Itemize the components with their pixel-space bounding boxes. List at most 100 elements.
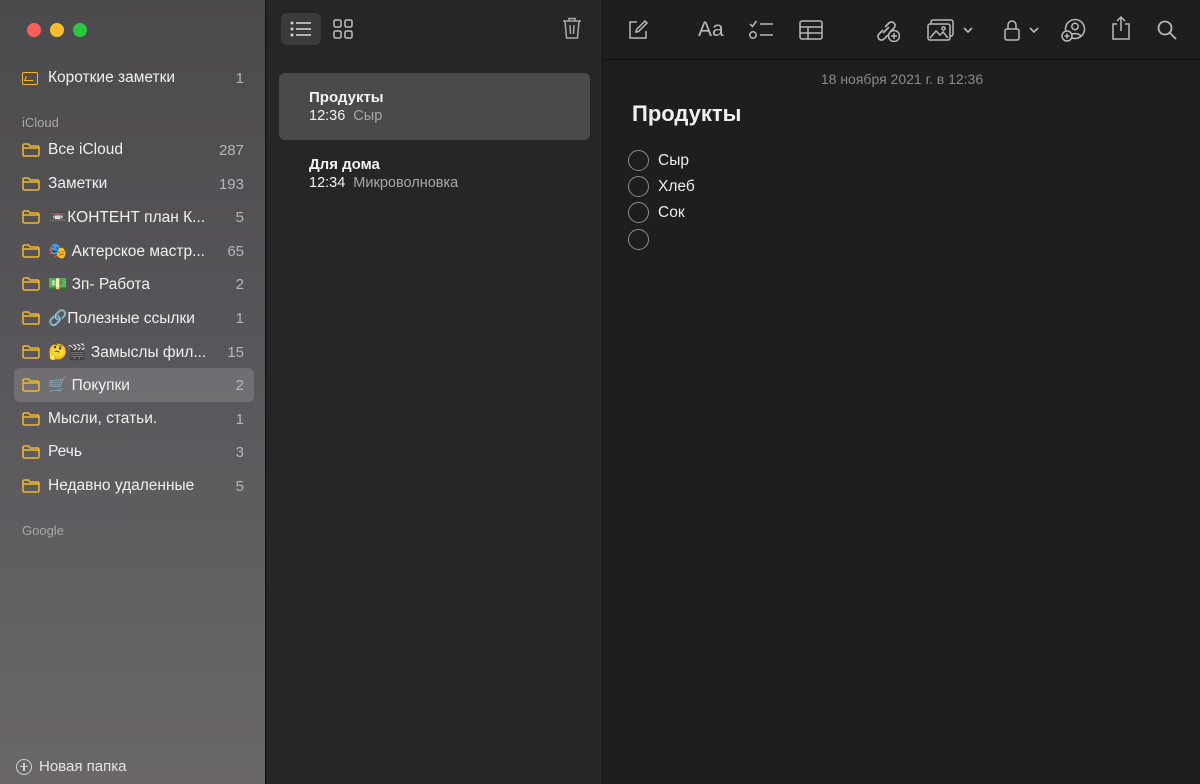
note-time: 12:34 [309,175,346,191]
sidebar-item-label: 📼КОНТЕНТ план К... [48,208,206,226]
note-list-item[interactable]: Продукты 12:36 Сыр [279,73,590,140]
sidebar-item-label: 🎭 Актерское мастр... [48,242,205,260]
folder-icon [22,378,40,392]
sidebar-folder-item[interactable]: Заметки 193 [14,167,254,201]
new-folder-button[interactable]: Новая папка [16,758,126,775]
search-button[interactable] [1156,16,1178,44]
folder-icon [22,311,40,325]
sidebar-item-label: Короткие заметки [48,69,176,86]
sidebar-item-count: 5 [235,208,244,226]
chevron-down-icon [1029,27,1039,34]
note-meta: 12:34 Микроволновка [309,175,590,191]
checklist-item[interactable]: Сыр [628,150,689,171]
sidebar-item-label: 💵 Зп- Работа [48,275,150,293]
format-button[interactable]: Aa [698,16,724,44]
table-icon [799,20,823,40]
sidebar-item-label: Речь [48,443,82,460]
sidebar-folder-item[interactable]: 💵 Зп- Работа 2 [14,267,254,301]
table-button[interactable] [799,16,823,44]
note-editor: Aa 18 ноября 2021 г. в 12:36 Продукты Сы… [604,0,1200,784]
checklist-icon [749,20,773,39]
sidebar-item-count: 2 [235,275,244,293]
sidebar-item-label: Мысли, статьи. [48,410,158,427]
share-icon [1112,15,1130,40]
collaborate-link-button[interactable] [874,16,900,44]
checkbox-circle[interactable] [628,176,649,197]
media-button[interactable] [927,16,975,44]
checklist-item-text[interactable]: Хлеб [658,178,695,196]
folder-icon [22,177,40,191]
note-meta: 12:36 Сыр [309,108,590,124]
folder-icon [22,277,40,291]
sidebar-folder-item[interactable]: Недавно удаленные 5 [14,469,254,503]
checklist-item[interactable]: Хлеб [628,176,695,197]
photo-icon [927,19,954,41]
delete-note-button[interactable] [562,16,582,45]
sidebar-item-label: 🔗Полезные ссылки [48,309,195,327]
sidebar: Короткие заметки 1 iCloud Все iCloud 287 З… [0,0,266,784]
sidebar-item-count: 15 [227,343,244,361]
note-list-pane: Продукты 12:36 Сыр Для дома 12:34 Микровол… [267,0,603,784]
checklist-item[interactable]: Сок [628,202,685,223]
sidebar-folder-item[interactable]: 🛒 Покупки 2 [14,368,254,402]
folder-icon [22,345,40,359]
sidebar-item-count: 3 [235,443,244,461]
sidebar-folder-item[interactable]: Речь 3 [14,435,254,469]
share-button[interactable] [1111,14,1131,42]
sidebar-item-count: 5 [235,477,244,495]
checkbox-circle[interactable] [628,229,649,250]
lock-button[interactable] [1003,16,1041,44]
add-people-button[interactable] [1061,16,1087,44]
plus-circle-icon [16,758,32,775]
sidebar-item-count: 65 [227,242,244,260]
checkbox-circle[interactable] [628,150,649,171]
sidebar-folder-item[interactable]: Мысли, статьи. 1 [14,402,254,436]
gallery-view-button[interactable] [323,13,363,45]
folder-icon [22,143,40,157]
new-note-button[interactable] [627,16,649,44]
add-person-icon [1061,18,1086,42]
note-preview: Микроволновка [353,175,459,191]
sidebar-item-count: 2 [235,376,244,394]
chevron-down-icon [963,27,973,34]
trash-icon [563,17,581,39]
zoom-window-button[interactable] [73,23,87,37]
note-title: Для дома [309,156,380,173]
checkbox-circle[interactable] [628,202,649,223]
sidebar-item-count: 287 [218,141,244,159]
checklist-item-text[interactable]: Сыр [658,152,689,170]
sidebar-folder-item[interactable]: 📼КОНТЕНТ план К... 5 [14,200,254,234]
checklist-item[interactable] [628,229,658,250]
sidebar-item-quick-notes[interactable]: Короткие заметки 1 [14,61,254,95]
sidebar-folder-item[interactable]: Все iCloud 287 [14,133,254,167]
note-title: Продукты [309,89,384,106]
note-heading[interactable]: Продукты [632,101,741,127]
sidebar-item-count: 193 [218,175,244,193]
note-list-item[interactable]: Для дома 12:34 Микроволновка [279,140,590,207]
minimize-window-button[interactable] [50,23,64,37]
sidebar-folder-item[interactable]: 🔗Полезные ссылки 1 [14,301,254,335]
checklist-button[interactable] [748,16,774,44]
folder-icon [22,244,40,258]
sidebar-item-count: 1 [235,69,244,87]
folder-icon [22,412,40,426]
sidebar-item-count: 1 [235,309,244,327]
sidebar-folder-item[interactable]: 🤔🎬 Замыслы фил... 15 [14,335,254,369]
section-header-icloud: iCloud [22,115,59,130]
folder-icon [22,445,40,459]
sidebar-folder-item[interactable]: 🎭 Актерское мастр... 65 [14,234,254,268]
section-header-google: Google [22,523,64,538]
sidebar-item-label: Все iCloud [48,141,123,158]
folder-icon [22,479,40,493]
link-add-icon [877,21,900,42]
format-text-icon: Aa [698,18,724,41]
gallery-view-icon [333,19,353,39]
search-icon [1157,20,1177,40]
note-time: 12:36 [309,108,346,124]
checklist-item-text[interactable]: Сок [658,204,685,222]
close-window-button[interactable] [27,23,41,37]
lock-icon [1004,20,1020,41]
sidebar-item-count: 1 [235,410,244,428]
window-controls [27,23,87,37]
list-view-button[interactable] [281,13,321,45]
